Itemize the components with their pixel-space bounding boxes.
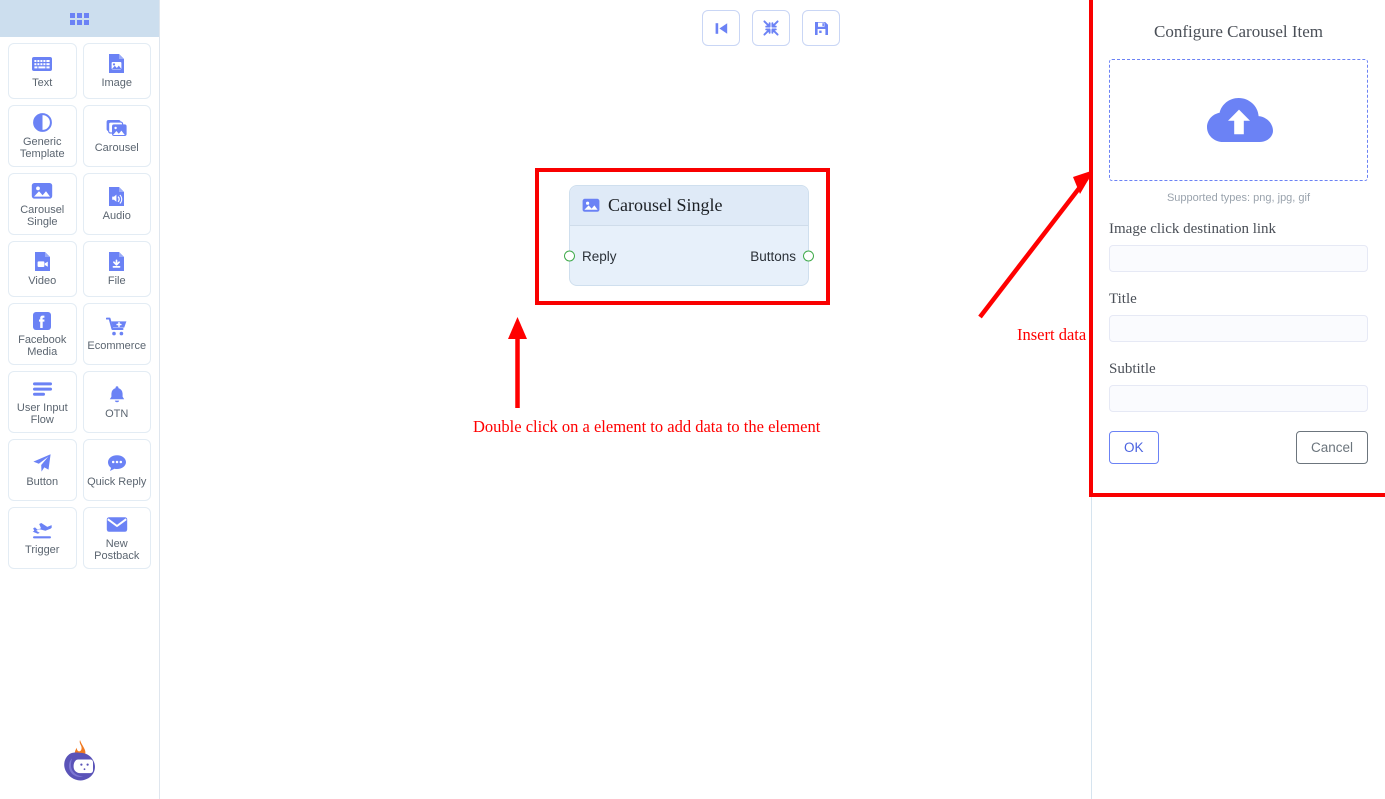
- palette-item-label: Image: [101, 76, 133, 89]
- palette-item-trigger[interactable]: Trigger: [8, 507, 77, 569]
- step-backward-button[interactable]: [702, 10, 740, 46]
- palette-item-label: Generic Template: [19, 135, 65, 160]
- palette-item-carousel-single[interactable]: Carousel Single: [8, 173, 77, 235]
- shopping-cart-plus-icon: [105, 317, 128, 337]
- plane-icon: [31, 521, 53, 541]
- node-input-port[interactable]: [564, 250, 575, 262]
- file-download-icon: [108, 252, 125, 272]
- cloud-upload-icon: [1203, 94, 1275, 146]
- flow-canvas[interactable]: Carousel Single Reply Buttons Double cli…: [160, 0, 1190, 799]
- bars-icon: [32, 379, 53, 399]
- field-label: Image click destination link: [1109, 221, 1277, 237]
- palette-item-user-input-flow[interactable]: User Input Flow: [8, 371, 77, 433]
- image-icon: [582, 198, 600, 213]
- palette-item-label: Trigger: [25, 543, 60, 556]
- image-dropzone[interactable]: [1109, 59, 1368, 181]
- palette-item-label: Carousel Single: [20, 203, 65, 228]
- floppy-save-icon: [814, 21, 829, 36]
- palette-item-carousel[interactable]: Carousel: [82, 105, 151, 167]
- keyboard-icon: [32, 54, 53, 74]
- palette-item-label: Facebook Media: [18, 333, 67, 358]
- compress-arrows-icon: [763, 20, 779, 36]
- palette-item-label: Ecommerce: [87, 339, 147, 352]
- palette-item-generic-template[interactable]: Generic Template: [8, 105, 77, 167]
- image-link-field[interactable]: [1109, 245, 1368, 272]
- sidebar-header: [0, 0, 159, 37]
- palette-item-label: Button: [26, 475, 59, 488]
- image-icon: [31, 181, 53, 201]
- flow-node-carousel-single[interactable]: Carousel Single Reply Buttons: [564, 185, 814, 286]
- field-group-subtitle: Subtitle: [1109, 361, 1368, 412]
- field-label: Subtitle: [1109, 361, 1156, 377]
- cancel-button[interactable]: Cancel: [1295, 431, 1368, 464]
- annotation-arrow-diagonal: [978, 170, 1094, 319]
- fit-to-screen-button[interactable]: [752, 10, 790, 46]
- comment-dots-icon: [107, 453, 127, 473]
- images-stack-icon: [106, 119, 128, 139]
- palette-item-label: New Postback: [94, 537, 140, 562]
- file-video-icon: [34, 252, 51, 272]
- ok-button[interactable]: OK: [1109, 431, 1159, 464]
- sidebar: Text Image Generic Template Carousel Car…: [0, 0, 160, 799]
- bell-icon: [108, 385, 126, 405]
- half-circle-icon: [32, 113, 52, 133]
- field-label: Title: [1109, 291, 1137, 307]
- node-title: Carousel Single: [608, 195, 723, 215]
- palette-item-ecommerce[interactable]: Ecommerce: [82, 303, 151, 365]
- file-audio-icon: [108, 187, 125, 207]
- save-button[interactable]: [802, 10, 840, 46]
- annotation-arrow-up: [508, 317, 527, 408]
- palette-item-label: File: [107, 274, 126, 287]
- canvas-toolbar: [702, 10, 840, 46]
- app-logo: [0, 729, 159, 799]
- node-input-label: Reply: [582, 248, 617, 264]
- palette-item-label: Quick Reply: [87, 475, 147, 488]
- palette-item-label: Audio: [102, 209, 131, 222]
- field-group-image-link: Image click destination link: [1109, 221, 1368, 272]
- palette-item-new-postback[interactable]: New Postback: [82, 507, 151, 569]
- palette-item-file[interactable]: File: [82, 241, 151, 297]
- palette-item-audio[interactable]: Audio: [82, 173, 151, 235]
- palette-item-label: User Input Flow: [16, 401, 68, 426]
- subtitle-field[interactable]: [1109, 385, 1368, 412]
- palette-item-image[interactable]: Image: [82, 43, 151, 99]
- file-image-icon: [108, 54, 125, 74]
- grip-apps-icon[interactable]: [70, 12, 89, 25]
- supported-types-text: Supported types: png, jpg, gif: [1166, 192, 1311, 204]
- element-palette: Text Image Generic Template Carousel Car…: [0, 37, 159, 569]
- panel-title: Configure Carousel Item: [1153, 22, 1323, 41]
- node-output-label: Buttons: [750, 248, 796, 264]
- flame-bot-logo: [59, 738, 101, 791]
- title-field[interactable]: [1109, 315, 1368, 342]
- node-header: Carousel Single: [570, 186, 808, 226]
- facebook-icon: [33, 311, 52, 331]
- node-output-port[interactable]: [803, 250, 814, 262]
- envelope-icon: [106, 515, 128, 535]
- palette-item-label: Video: [28, 274, 57, 287]
- palette-item-label: Carousel: [94, 141, 139, 154]
- palette-item-text[interactable]: Text: [8, 43, 77, 99]
- paper-plane-icon: [32, 453, 52, 473]
- annotation-text-double-click: Double click on a element to add data to…: [473, 417, 821, 436]
- palette-item-video[interactable]: Video: [8, 241, 77, 297]
- field-group-title: Title: [1109, 291, 1368, 342]
- palette-item-facebook-media[interactable]: Facebook Media: [8, 303, 77, 365]
- step-backward-icon: [714, 21, 729, 36]
- palette-item-label: OTN: [105, 407, 129, 420]
- node-body: Reply Buttons: [564, 226, 814, 286]
- palette-item-otn[interactable]: OTN: [82, 371, 151, 433]
- palette-item-button[interactable]: Button: [8, 439, 77, 501]
- palette-item-label: Text: [32, 76, 53, 89]
- configure-panel: Configure Carousel Item Supported types:…: [1091, 0, 1385, 799]
- palette-item-quick-reply[interactable]: Quick Reply: [82, 439, 151, 501]
- app-root: Text Image Generic Template Carousel Car…: [0, 0, 1385, 799]
- panel-actions: OK Cancel: [1109, 431, 1368, 464]
